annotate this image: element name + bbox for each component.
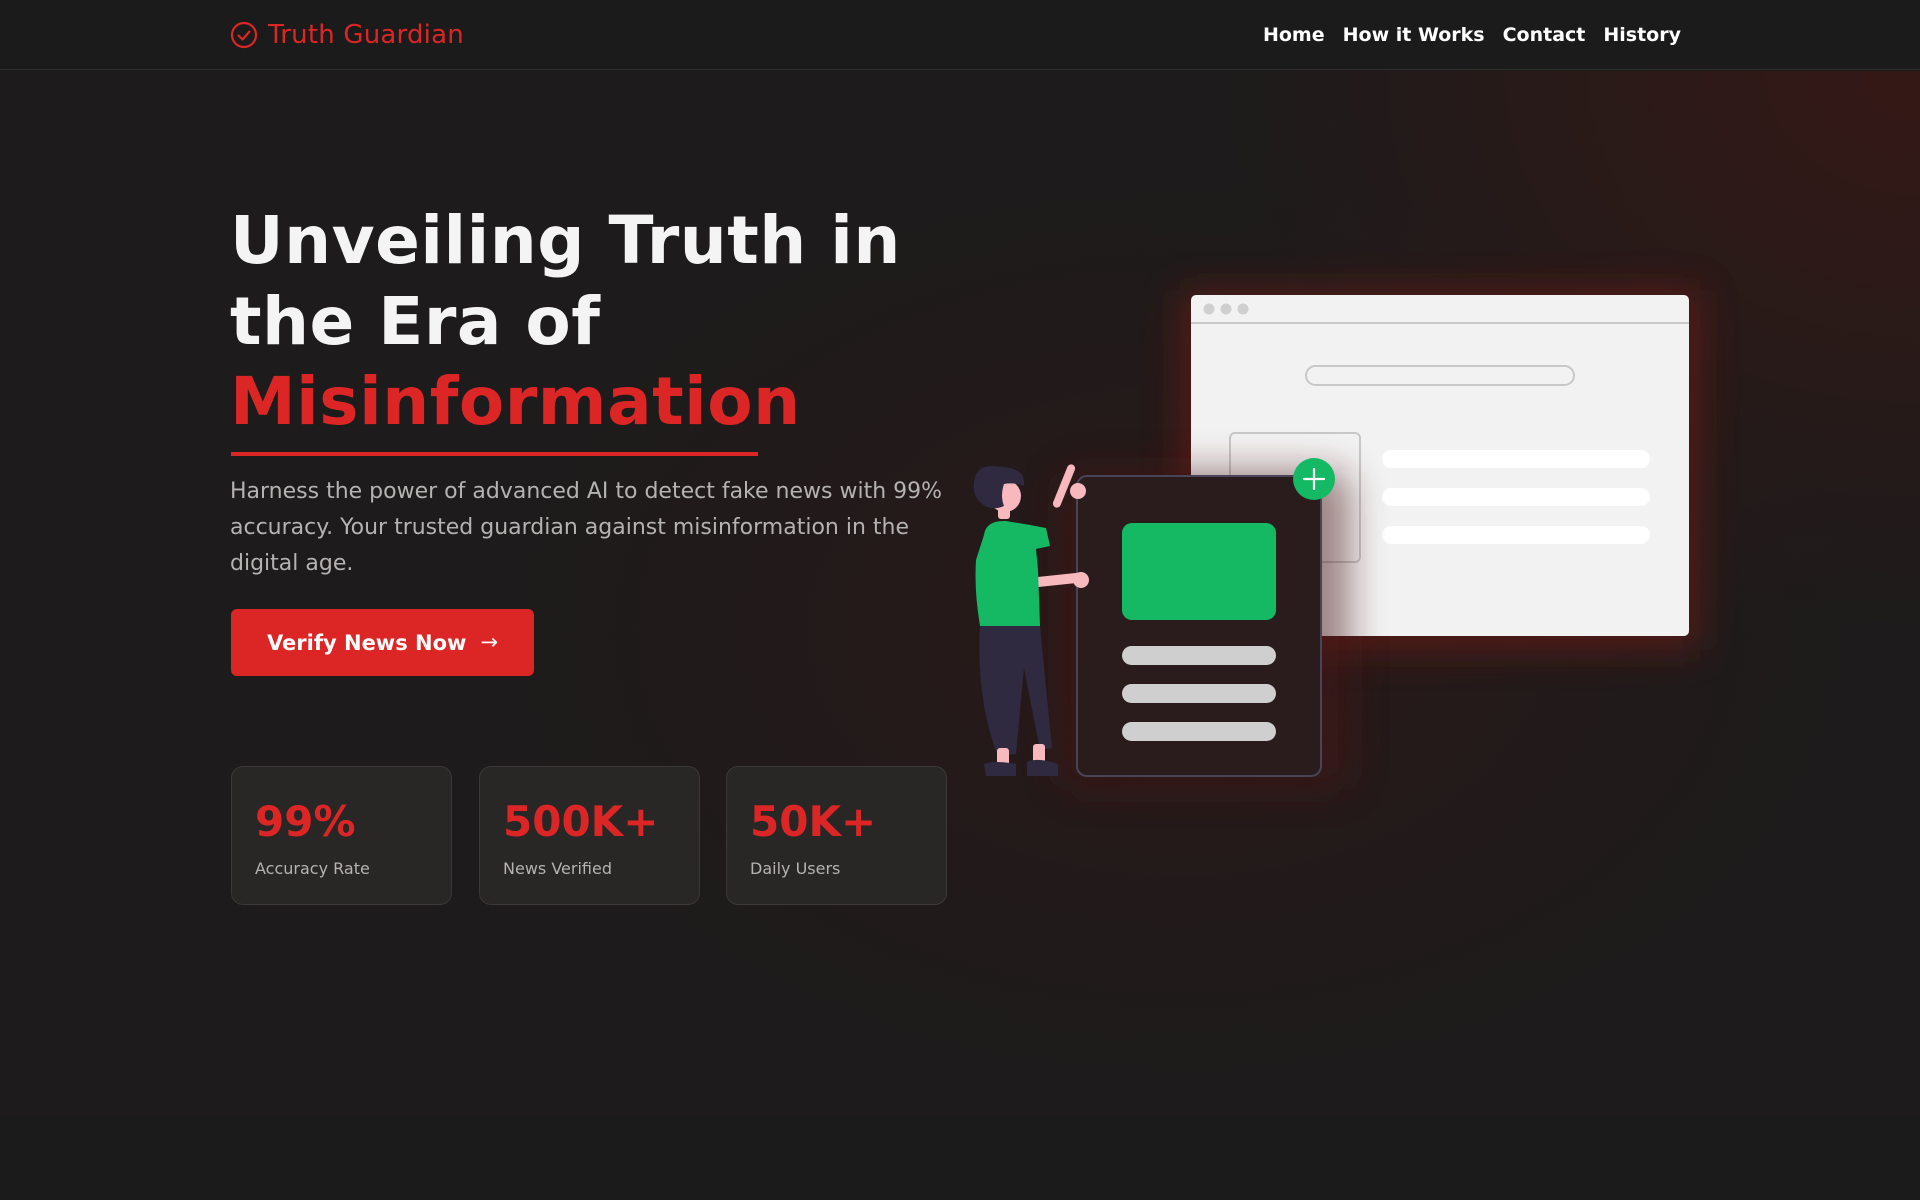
arrow-right-icon: → (480, 630, 499, 654)
stat-label: Daily Users (750, 859, 841, 878)
nav-contact-link[interactable]: Contact (1503, 24, 1586, 46)
nav-how-it-works-link[interactable]: How it Works (1343, 24, 1485, 46)
hero-subtitle: Harness the power of advanced AI to dete… (230, 479, 943, 576)
hero-title-line-2: the Era of (230, 283, 601, 360)
stat-value: 500K+ (503, 797, 659, 846)
stat-label: Accuracy Rate (255, 859, 370, 878)
stat-card-daily-users: 50K+ Daily Users (726, 766, 947, 905)
stat-value: 50K+ (750, 797, 877, 846)
stat-label: News Verified (503, 859, 612, 878)
brand-name: Truth Guardian (268, 20, 464, 50)
check-circle-icon (230, 21, 258, 49)
nav-history-link[interactable]: History (1603, 24, 1681, 46)
verify-news-button[interactable]: Verify News Now → (231, 609, 534, 676)
main-nav: Home How it Works Contact History (1263, 22, 1681, 48)
stat-card-news-verified: 500K+ News Verified (479, 766, 700, 905)
verify-news-button-label: Verify News Now (266, 630, 467, 655)
stat-card-accuracy: 99% Accuracy Rate (231, 766, 452, 905)
page-footer-band (0, 1115, 1920, 1200)
top-navbar: Truth Guardian Home How it Works Contact… (0, 0, 1920, 70)
title-underline (231, 452, 758, 456)
brand-logo[interactable]: Truth Guardian (230, 16, 464, 54)
nav-home-link[interactable]: Home (1263, 24, 1325, 46)
hero-title-line-1: Unveiling Truth in (230, 202, 901, 279)
stat-value: 99% (255, 797, 356, 846)
hero-title-highlight: Misinformation (230, 363, 801, 440)
